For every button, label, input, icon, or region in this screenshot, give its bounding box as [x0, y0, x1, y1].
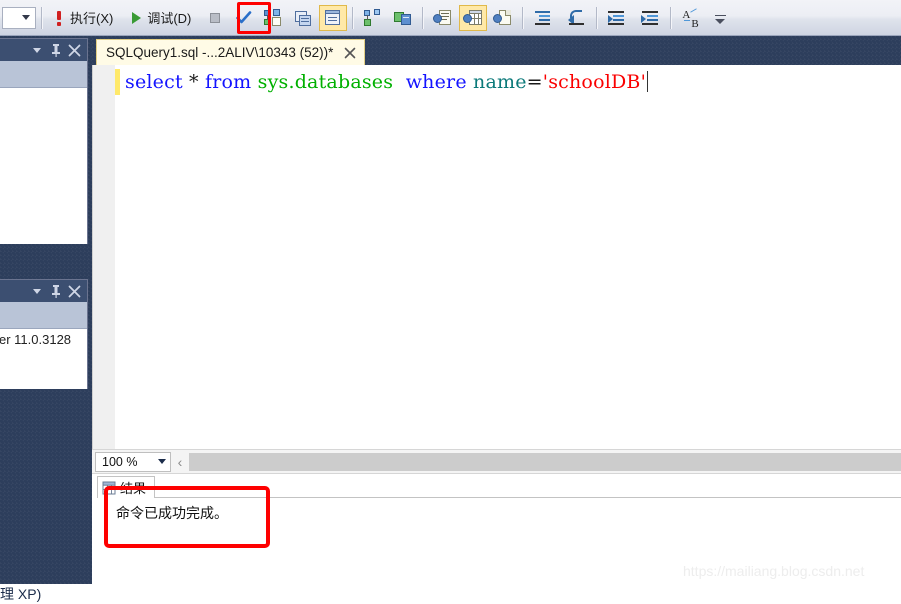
- scroll-left-button[interactable]: ‹: [171, 451, 189, 473]
- toolbar-separator-2: [352, 6, 355, 29]
- debug-button-label: 调试(D): [147, 11, 192, 26]
- dropdown-icon[interactable]: [29, 42, 45, 58]
- sql-code-line: select * from sys.databases where name='…: [125, 71, 649, 93]
- pin-icon[interactable]: [48, 42, 64, 58]
- check-icon: [235, 10, 253, 26]
- results-tab-underline: [97, 497, 901, 498]
- sql-star: *: [189, 71, 199, 93]
- results-to-text-icon: [433, 9, 453, 27]
- sql-keyword-from: from: [205, 71, 252, 93]
- results-to-grid-icon: [463, 9, 483, 27]
- stop-icon: [207, 10, 223, 26]
- uncomment-lines-button[interactable]: [563, 5, 591, 31]
- sql-operator-equals: =: [526, 71, 543, 93]
- horizontal-scrollbar-thumb[interactable]: [189, 452, 901, 471]
- results-message-text: 命令已成功完成。: [116, 505, 228, 521]
- main-document-area: SQLQuery1.sql -...2ALIV\10343 (52))* sel…: [92, 36, 901, 592]
- results-to-grid-button[interactable]: [459, 4, 488, 31]
- intellisense-button[interactable]: [319, 4, 348, 31]
- main-toolbar: 执行(X) 调试(D) A B: [0, 0, 901, 36]
- results-grid-icon: [102, 481, 116, 495]
- editor-zoom-and-scroll-bar: 100 % ‹: [92, 449, 901, 473]
- chevron-down-icon: [158, 459, 166, 464]
- toolbar-separator-3: [422, 6, 425, 29]
- editor-change-marker: [115, 69, 120, 95]
- database-selector-combo[interactable]: [2, 6, 36, 29]
- client-statistics-icon: [393, 9, 413, 27]
- text-cursor: [647, 71, 649, 92]
- results-to-file-icon: [493, 9, 513, 27]
- properties-panel-toolbar: [0, 302, 87, 329]
- uncomment-icon: [567, 9, 587, 27]
- specify-values-icon: A B: [682, 7, 699, 30]
- object-explorer-tree[interactable]: [0, 88, 87, 244]
- increase-indent-icon: [641, 9, 661, 27]
- object-explorer-panel: [0, 38, 88, 244]
- object-explorer-panel-header: [0, 39, 87, 61]
- exclamation-icon: [52, 10, 66, 26]
- decrease-indent-icon: [607, 9, 627, 27]
- increase-indent-button[interactable]: [637, 5, 665, 31]
- dock-bottom-truncated-text: 理 XP): [0, 584, 92, 604]
- tab-results[interactable]: 结果: [97, 476, 156, 498]
- tab-title-label: SQLQuery1.sql -...2ALIV\10343 (52))*: [106, 45, 334, 60]
- comment-icon: [533, 9, 553, 27]
- tab-sqlquery1[interactable]: SQLQuery1.sql -...2ALIV\10343 (52))*: [96, 39, 366, 65]
- dropdown-icon[interactable]: [29, 283, 45, 299]
- properties-panel-body[interactable]: er 11.0.3128: [0, 329, 87, 389]
- toolbar-separator-5: [596, 6, 599, 29]
- zoom-level-selector[interactable]: 100 %: [95, 451, 171, 472]
- sql-keyword-select: select: [125, 71, 183, 93]
- watermark-text: https://mailiang.blog.csdn.net: [683, 563, 865, 579]
- include-client-statistics-button[interactable]: [389, 5, 417, 31]
- toolbar-separator-4: [522, 6, 525, 29]
- debug-button[interactable]: 调试(D): [125, 5, 195, 31]
- document-tab-strip: SQLQuery1.sql -...2ALIV\10343 (52))*: [92, 36, 901, 65]
- toolbar-separator-6: [670, 6, 673, 29]
- results-to-file-button[interactable]: [489, 5, 517, 31]
- sql-keyword-where: where: [405, 71, 467, 93]
- decrease-indent-button[interactable]: [603, 5, 631, 31]
- sql-editor[interactable]: select * from sys.databases where name='…: [92, 65, 901, 449]
- query-options-button[interactable]: [289, 5, 317, 31]
- include-actual-execution-plan-button[interactable]: [359, 5, 387, 31]
- results-tab-label: 结果: [120, 481, 147, 496]
- results-tab-row: 结果: [97, 476, 156, 498]
- toolbar-separator: [41, 6, 43, 29]
- sql-string-literal: 'schoolDB': [542, 71, 647, 93]
- actual-execution-plan-icon: [363, 8, 383, 27]
- execute-button[interactable]: 执行(X): [48, 5, 117, 31]
- properties-panel-header: [0, 280, 87, 302]
- close-icon[interactable]: [343, 46, 357, 60]
- estimated-execution-plan-icon: [263, 8, 283, 27]
- sql-schema-table: sys.databases: [257, 71, 394, 93]
- pin-icon[interactable]: [48, 283, 64, 299]
- sql-space-4: [393, 71, 405, 93]
- results-to-text-button[interactable]: [429, 5, 457, 31]
- specify-values-button[interactable]: A B: [677, 5, 709, 31]
- parse-button[interactable]: [231, 5, 257, 31]
- chevron-down-icon: [22, 15, 30, 20]
- toolbar-overflow-icon[interactable]: [713, 7, 727, 29]
- stop-button[interactable]: [203, 5, 227, 31]
- query-options-icon: [293, 9, 313, 27]
- display-estimated-execution-plan-button[interactable]: [259, 5, 287, 31]
- execute-button-label: 执行(X): [70, 11, 114, 26]
- horizontal-scrollbar-track[interactable]: [189, 452, 901, 471]
- play-icon: [129, 11, 143, 25]
- comment-lines-button[interactable]: [529, 5, 557, 31]
- object-explorer-toolbar: [0, 61, 87, 88]
- editor-gutter: [93, 65, 115, 449]
- intellisense-icon: [323, 9, 343, 27]
- server-version-text: er 11.0.3128: [0, 332, 72, 347]
- close-icon[interactable]: [67, 283, 83, 299]
- left-dock-area: er 11.0.3128 理 XP): [0, 36, 92, 604]
- zoom-level-value: 100 %: [102, 454, 138, 469]
- properties-panel: er 11.0.3128: [0, 279, 88, 389]
- object-explorer-panel-text: [0, 88, 87, 91]
- sql-column-name: name: [473, 71, 527, 93]
- close-icon[interactable]: [67, 42, 83, 58]
